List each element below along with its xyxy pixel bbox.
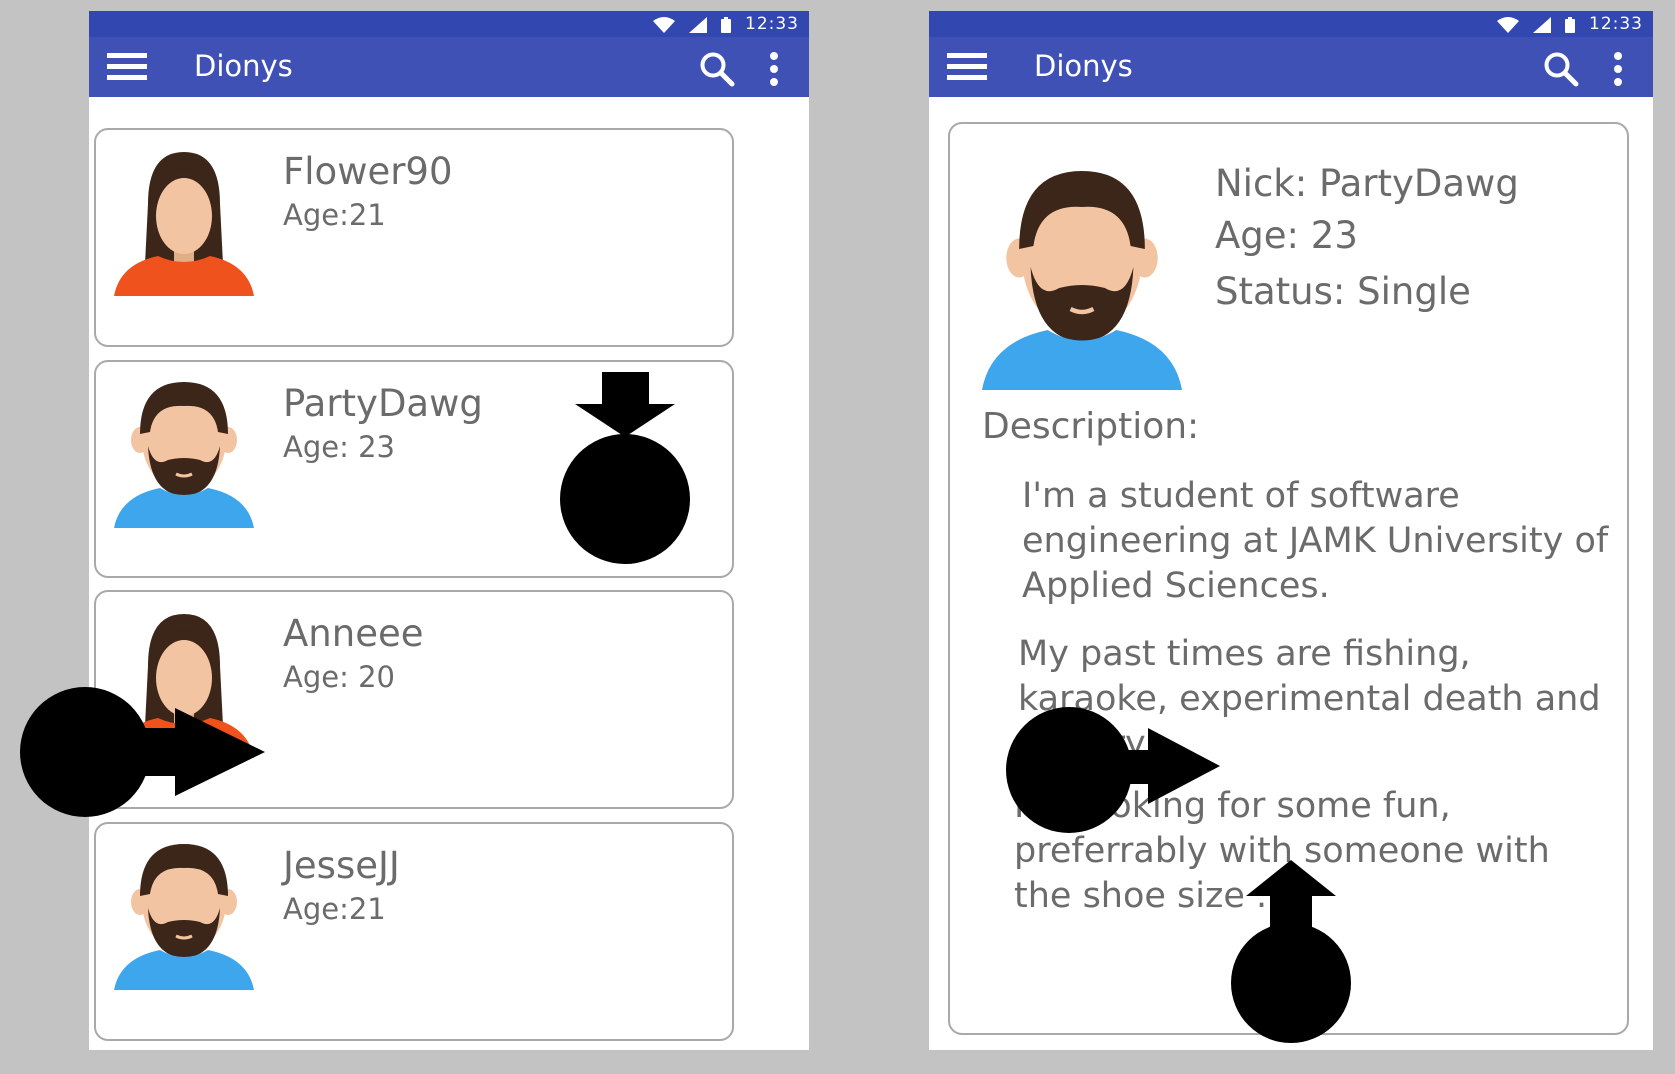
- profile-card-flower90[interactable]: Flower90 Age:21: [94, 128, 734, 347]
- male-avatar-icon: [114, 838, 254, 990]
- profile-age: Age: 20: [283, 660, 395, 694]
- status-clock: 12:33: [1589, 14, 1643, 34]
- profile-nick: Nick: PartyDawg: [1215, 162, 1519, 205]
- search-icon[interactable]: [1543, 51, 1579, 87]
- wifi-icon: [1497, 17, 1519, 33]
- status-clock: 12:33: [745, 14, 799, 34]
- profile-card-jessejj[interactable]: JesseJJ Age:21: [94, 822, 734, 1041]
- profile-name: JesseJJ: [283, 844, 400, 887]
- app-bar: Dionys: [929, 37, 1653, 97]
- signal-icon: [1533, 17, 1551, 33]
- description-paragraph: I'm a student of software engineering at…: [1022, 476, 1609, 606]
- status-bar: 12:33: [89, 11, 809, 37]
- male-avatar-icon: [114, 376, 254, 528]
- profile-list-screen: 12:33 Dionys Flower90 Age:21 PartyDawg A…: [89, 11, 809, 1050]
- swipe-down-gesture-icon: [560, 372, 690, 564]
- profile-age: Age:21: [283, 892, 386, 926]
- app-title: Dionys: [194, 49, 293, 83]
- more-options-icon[interactable]: [767, 51, 781, 87]
- app-title: Dionys: [1034, 49, 1133, 83]
- wifi-icon: [653, 17, 675, 33]
- battery-icon: [721, 17, 731, 33]
- profile-age: Age: 23: [283, 430, 395, 464]
- profile-status: Status: Single: [1215, 270, 1471, 313]
- profile-name: Anneee: [283, 612, 424, 655]
- male-avatar-icon: [982, 162, 1182, 390]
- profile-age: Age: 23: [1215, 214, 1358, 257]
- hamburger-menu-icon[interactable]: [107, 53, 147, 81]
- profile-name: Flower90: [283, 150, 453, 193]
- hamburger-menu-icon[interactable]: [947, 53, 987, 81]
- profile-age: Age:21: [283, 198, 386, 232]
- description-label: Description:: [982, 406, 1200, 447]
- battery-icon: [1565, 17, 1575, 33]
- swipe-up-gesture-icon: [1231, 860, 1351, 1043]
- female-avatar-icon: [114, 144, 254, 296]
- swipe-right-gesture-icon: [1006, 707, 1220, 833]
- signal-icon: [689, 17, 707, 33]
- profile-name: PartyDawg: [283, 382, 483, 425]
- app-bar: Dionys: [89, 37, 809, 97]
- swipe-right-gesture-icon: [20, 687, 265, 817]
- search-icon[interactable]: [699, 51, 735, 87]
- more-options-icon[interactable]: [1611, 51, 1625, 87]
- status-bar: 12:33: [929, 11, 1653, 37]
